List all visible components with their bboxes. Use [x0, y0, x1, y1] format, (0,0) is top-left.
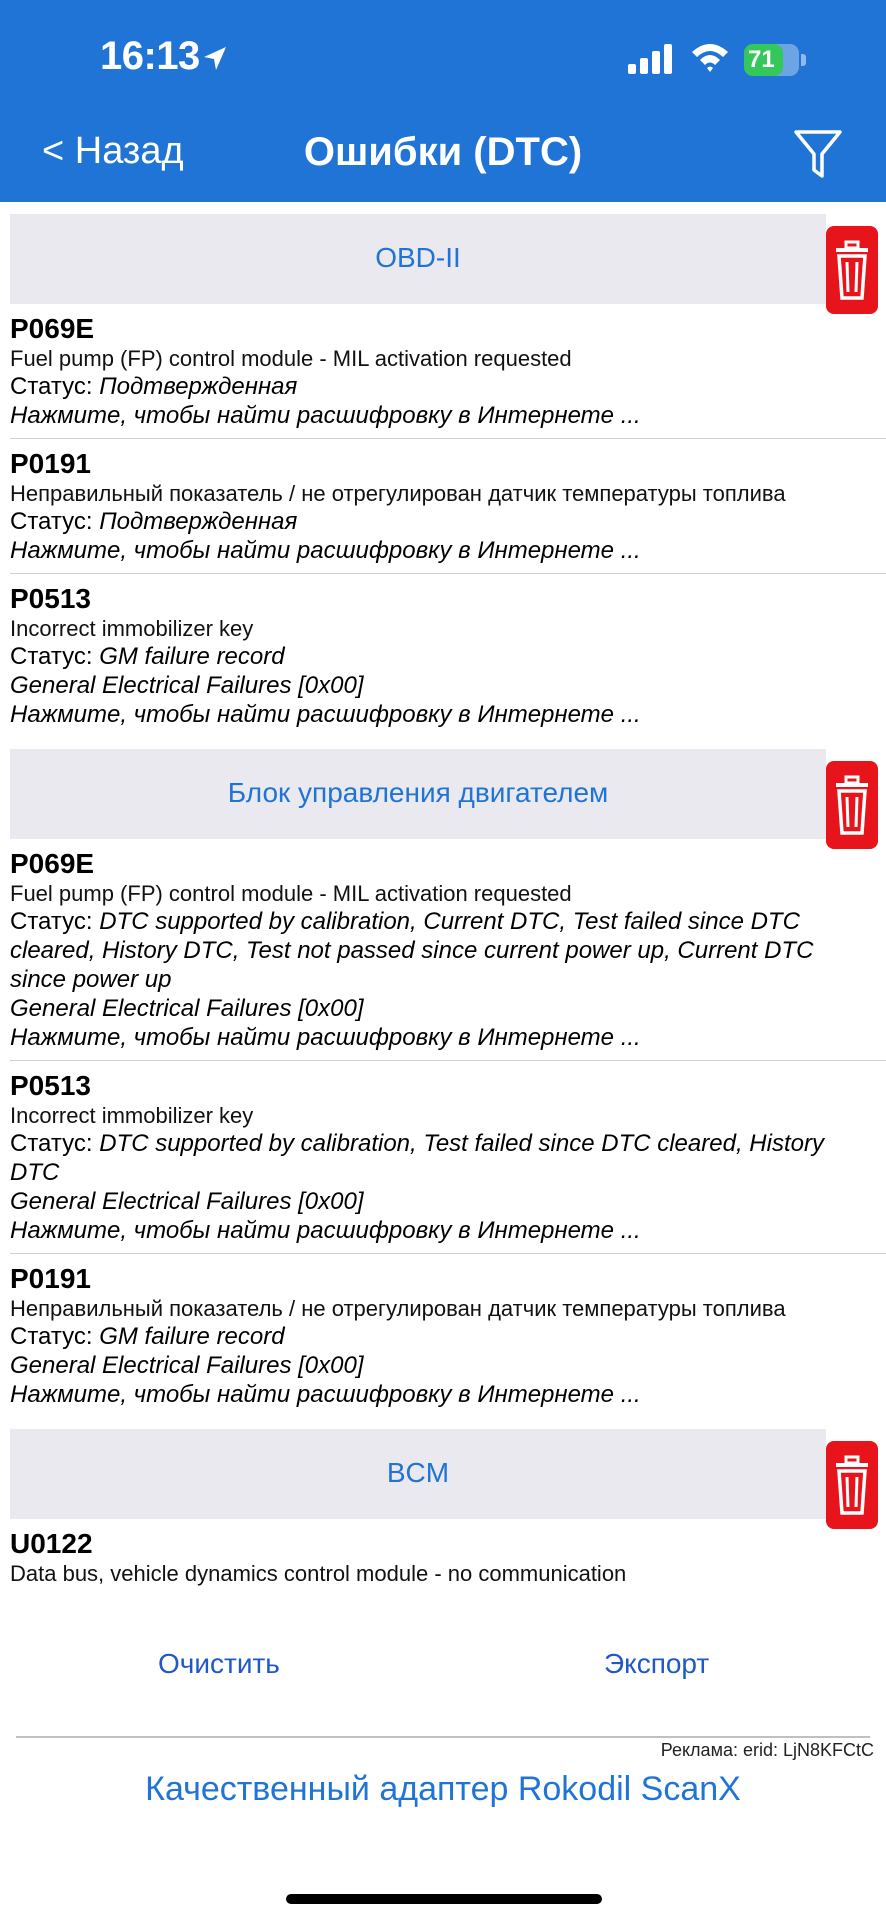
trash-icon: [836, 775, 868, 835]
ad-label: Реклама: erid: LjN8KFCtC: [660, 1740, 874, 1760]
dtc-status-label: Статус:: [10, 1130, 100, 1157]
dtc-row[interactable]: P069E Fuel pump (FP) control module - MIL…: [10, 304, 886, 439]
dtc-section: BCM U0122 Data bus, vehicle dynamics contr…: [0, 1429, 886, 1592]
status-time: 16:13: [100, 34, 200, 78]
delete-section-button[interactable]: [826, 226, 878, 314]
dtc-status-value: DTC supported by calibration, Test faile…: [10, 1130, 824, 1186]
dtc-status-value: GM failure record: [99, 1323, 285, 1350]
export-button[interactable]: Экспорт: [604, 1648, 709, 1680]
trash-icon: [836, 1455, 868, 1515]
dtc-code: U0122: [10, 1528, 93, 1559]
dtc-section: Блок управления двигателем P069E Fuel pump…: [0, 749, 886, 1417]
delete-section-button[interactable]: [826, 1441, 878, 1529]
dtc-status: Статус: Подтвержденная: [10, 507, 830, 536]
section-header[interactable]: BCM: [10, 1429, 826, 1519]
dtc-status: Статус: Подтвержденная: [10, 372, 830, 401]
dtc-code: P069E: [10, 848, 95, 879]
dtc-row[interactable]: U0122 Data bus, vehicle dynamics control …: [10, 1519, 886, 1592]
dtc-extra-info: General Electrical Failures [0x00]: [10, 995, 364, 1022]
dtc-code: P0513: [10, 583, 91, 614]
dtc-status-value: GM failure record: [99, 643, 285, 670]
dtc-description: Incorrect immobilizer key: [10, 1103, 254, 1128]
dtc-code: P0513: [10, 1070, 91, 1101]
location-arrow-icon: [204, 47, 226, 70]
home-indicator: [286, 1894, 602, 1904]
dtc-status-label: Статус:: [10, 908, 100, 935]
search-online-hint: Нажмите, чтобы найти расшифровку в Интер…: [10, 1217, 641, 1244]
dtc-status-value: DTC supported by calibration, Current DT…: [10, 908, 814, 993]
battery-indicator: 71: [744, 44, 806, 76]
trash-icon: [836, 240, 868, 300]
section-header[interactable]: Блок управления двигателем: [10, 749, 826, 839]
search-online-hint: Нажмите, чтобы найти расшифровку в Интер…: [10, 1024, 641, 1051]
dtc-section: OBD-II P069E Fuel pump (FP) control module…: [0, 214, 886, 737]
search-online-hint: Нажмите, чтобы найти расшифровку в Интер…: [10, 701, 641, 728]
cellular-signal-icon: [628, 44, 672, 74]
bottom-toolbar: Очистить Экспорт Реклама: erid: LjN8KFCt…: [0, 1592, 886, 1920]
section-title: Блок управления двигателем: [227, 777, 609, 808]
dtc-row[interactable]: P0191 Неправильный показатель / не отрегу…: [10, 1254, 886, 1417]
dtc-row[interactable]: P0513 Incorrect immobilizer key Статус: DT…: [10, 1061, 886, 1254]
dtc-row[interactable]: P0191 Неправильный показатель / не отрегу…: [10, 439, 886, 574]
search-online-hint: Нажмите, чтобы найти расшифровку в Интер…: [10, 402, 641, 429]
section-title: BCM: [386, 1457, 450, 1488]
dtc-description: Incorrect immobilizer key: [10, 616, 254, 641]
dtc-description: Неправильный показатель / не отрегулиров…: [10, 1296, 786, 1321]
ad-banner-link[interactable]: Качественный адаптер Rokodil ScanX: [0, 1770, 886, 1809]
dtc-status: Статус: GM failure record: [10, 1322, 830, 1351]
app-header: 16:13 71 < Назад Ошибки (DTC): [0, 0, 886, 202]
battery-percent: 71: [748, 46, 775, 73]
dtc-code: P0191: [10, 448, 91, 479]
dtc-extra-info: General Electrical Failures [0x00]: [10, 672, 364, 699]
dtc-status-label: Статус:: [10, 1323, 100, 1350]
dtc-status: Статус: DTC supported by calibration, Te…: [10, 1129, 830, 1187]
search-online-hint: Нажмите, чтобы найти расшифровку в Интер…: [10, 537, 641, 564]
dtc-extra-info: General Electrical Failures [0x00]: [10, 1188, 364, 1215]
dtc-description: Fuel pump (FP) control module - MIL acti…: [10, 881, 572, 906]
dtc-status-label: Статус:: [10, 643, 100, 670]
filter-icon[interactable]: [792, 126, 844, 182]
dtc-description: Неправильный показатель / не отрегулиров…: [10, 481, 786, 506]
section-title: OBD-II: [375, 242, 461, 273]
dtc-code: P0191: [10, 1263, 91, 1294]
dtc-status-label: Статус:: [10, 373, 100, 400]
search-online-hint: Нажмите, чтобы найти расшифровку в Интер…: [10, 1381, 641, 1408]
clear-button[interactable]: Очистить: [158, 1648, 280, 1680]
delete-section-button[interactable]: [826, 761, 878, 849]
dtc-description: Fuel pump (FP) control module - MIL acti…: [10, 346, 572, 371]
dtc-extra-info: General Electrical Failures [0x00]: [10, 1352, 364, 1379]
dtc-status-value: Подтвержденная: [99, 508, 298, 535]
section-header[interactable]: OBD-II: [10, 214, 826, 304]
dtc-status: Статус: GM failure record: [10, 642, 830, 671]
dtc-status-value: Подтвержденная: [99, 373, 298, 400]
dtc-status-label: Статус:: [10, 508, 100, 535]
divider: [16, 1736, 870, 1738]
page-title: Ошибки (DTC): [303, 130, 583, 174]
wifi-icon: [692, 44, 728, 72]
dtc-row[interactable]: P069E Fuel pump (FP) control module - MIL…: [10, 839, 886, 1061]
dtc-list[interactable]: OBD-II P069E Fuel pump (FP) control module…: [0, 202, 886, 1592]
dtc-code: P069E: [10, 313, 95, 344]
dtc-description: Data bus, vehicle dynamics control modul…: [10, 1561, 627, 1586]
dtc-status: Статус: DTC supported by calibration, Cu…: [10, 907, 830, 994]
dtc-row[interactable]: P0513 Incorrect immobilizer key Статус: GM…: [10, 574, 886, 737]
